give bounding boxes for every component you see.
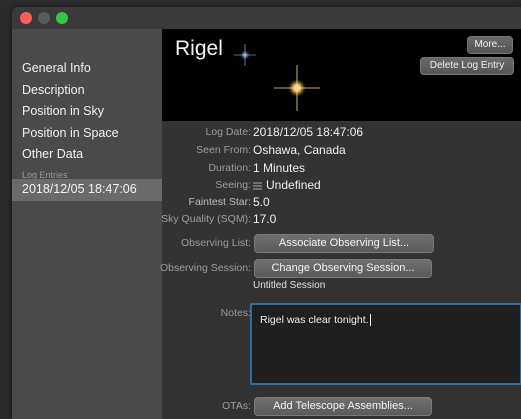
sky-quality-label: Sky Quality (SQM):	[161, 213, 251, 225]
sidebar-item-other-data[interactable]: Other Data	[22, 147, 83, 161]
notes-textarea[interactable]: Rigel was clear tonight.	[250, 303, 521, 385]
observing-list-label: Observing List:	[180, 237, 251, 249]
associate-observing-list-button[interactable]: Associate Observing List...	[254, 234, 434, 253]
sidebar-item-position-in-space[interactable]: Position in Space	[22, 126, 119, 140]
log-window: General Info Description Position in Sky…	[12, 7, 521, 419]
bars-icon	[253, 182, 262, 190]
object-header: Rigel More... Delete Log Entry	[162, 29, 521, 121]
change-observing-session-button[interactable]: Change Observing Session...	[254, 259, 432, 278]
observing-session-label: Observing Session:	[159, 262, 251, 274]
duration-value: 1 Minutes	[253, 161, 306, 175]
seeing-value[interactable]: Undefined	[266, 178, 321, 192]
star-small-icon	[234, 44, 256, 66]
add-telescope-assemblies-button[interactable]: Add Telescope Assemblies...	[254, 397, 432, 416]
sky-quality-value[interactable]: 17.0	[253, 212, 276, 226]
faintest-star-label: Faintest Star:	[188, 196, 251, 208]
sidebar-log-entry-selected[interactable]: 2018/12/05 18:47:06	[12, 179, 162, 201]
title-bar	[12, 7, 521, 29]
seen-from-label: Seen From:	[196, 144, 251, 156]
otas-label: OTAs:	[222, 400, 251, 412]
log-entry-label: 2018/12/05 18:47:06	[22, 182, 137, 196]
minimize-window-button[interactable]	[38, 12, 50, 24]
sidebar: General Info Description Position in Sky…	[12, 29, 162, 419]
log-date-label: Log Date:	[205, 126, 251, 138]
object-name: Rigel	[175, 37, 223, 60]
duration-label: Duration:	[208, 162, 251, 174]
close-window-button[interactable]	[20, 12, 32, 24]
star-rigel-icon	[274, 65, 320, 111]
sidebar-item-description[interactable]: Description	[22, 83, 85, 97]
seeing-label: Seeing:	[215, 179, 251, 191]
seen-from-value: Oshawa, Canada	[253, 143, 346, 157]
log-date-value: 2018/12/05 18:47:06	[253, 125, 364, 139]
sidebar-item-general-info[interactable]: General Info	[22, 61, 91, 75]
notes-label: Notes:	[220, 307, 251, 319]
current-session-name: Untitled Session	[253, 280, 326, 291]
more-button[interactable]: More...	[467, 36, 513, 54]
faintest-star-value[interactable]: 5.0	[253, 195, 270, 209]
zoom-window-button[interactable]	[56, 12, 68, 24]
text-caret	[369, 314, 371, 327]
notes-text: Rigel was clear tonight.	[260, 314, 369, 326]
sidebar-item-position-in-sky[interactable]: Position in Sky	[22, 104, 104, 118]
delete-log-entry-button[interactable]: Delete Log Entry	[420, 57, 514, 75]
